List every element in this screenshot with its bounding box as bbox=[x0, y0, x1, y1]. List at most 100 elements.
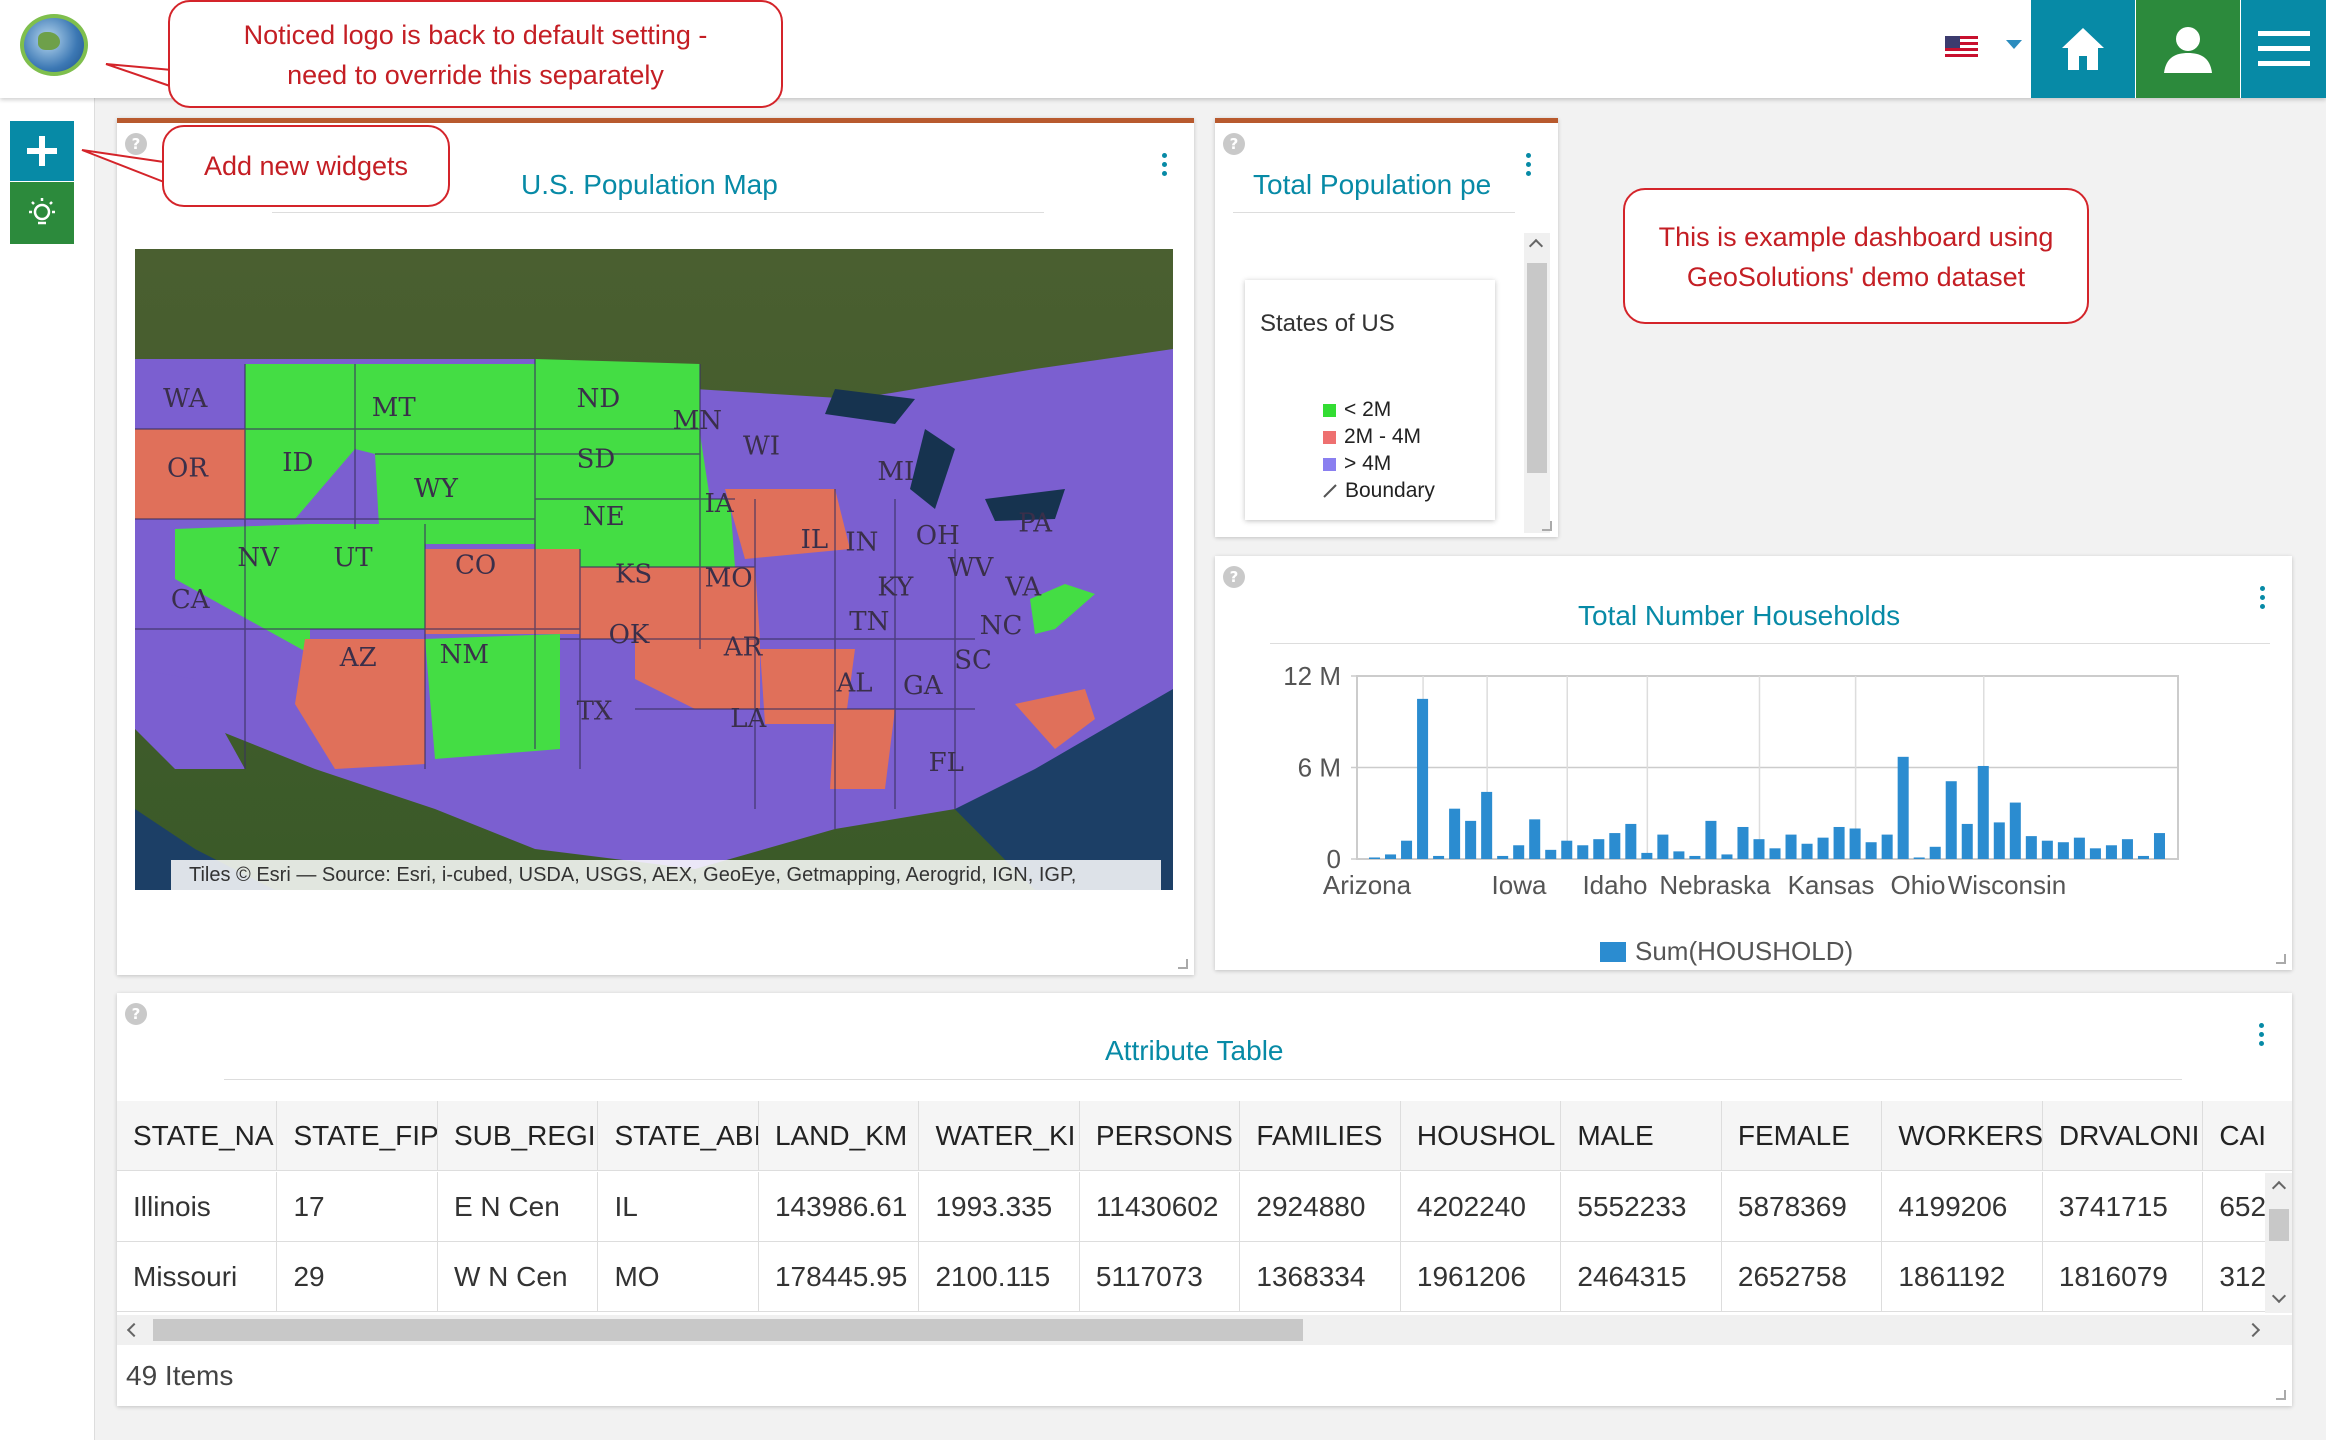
state-label-ia: IA bbox=[705, 489, 735, 519]
bar bbox=[1945, 781, 1957, 859]
table-cell[interactable]: 1993.335 bbox=[919, 1172, 1080, 1242]
resize-handle[interactable] bbox=[1542, 521, 1552, 531]
callout-dataset-note: This is example dashboard using GeoSolut… bbox=[1623, 188, 2089, 324]
table-cell[interactable]: 178445.95 bbox=[758, 1242, 920, 1312]
column-header[interactable]: FEMALE bbox=[1721, 1101, 1883, 1171]
state-label-ne: NE bbox=[583, 502, 625, 532]
households-bar-chart: 06 M12 MArizona Iowa Idaho Nebraska Kansas Oh… bbox=[1283, 661, 2179, 966]
table-cell[interactable]: 17 bbox=[277, 1172, 438, 1242]
legend-item: < 2M bbox=[1323, 398, 1391, 422]
y-tick-label: 6 M bbox=[1298, 753, 1341, 783]
state-label-ok: OK bbox=[609, 620, 650, 650]
state-label-in: IN bbox=[845, 528, 878, 558]
state-label-mt: MT bbox=[372, 393, 417, 423]
x-tick-label: Ohio bbox=[1891, 870, 1946, 900]
table-horizontal-scrollbar[interactable] bbox=[117, 1315, 2292, 1345]
bar bbox=[2025, 836, 2037, 859]
table-cell[interactable]: 4199206 bbox=[1882, 1172, 2043, 1242]
legend-swatch bbox=[1600, 942, 1626, 962]
table-cell[interactable]: 5552233 bbox=[1561, 1172, 1722, 1242]
state-label-nc: NC bbox=[980, 611, 1023, 641]
table-cell[interactable]: W N Cen bbox=[437, 1242, 599, 1312]
scroll-up-icon[interactable] bbox=[2271, 1180, 2287, 1196]
column-header[interactable]: FAMILIES bbox=[1240, 1101, 1401, 1171]
table-cell[interactable]: E N Cen bbox=[437, 1172, 599, 1242]
bar bbox=[1881, 834, 1893, 859]
table-cell[interactable]: 4202240 bbox=[1400, 1172, 1562, 1242]
state-label-ky: KY bbox=[877, 572, 914, 602]
resize-handle[interactable] bbox=[2276, 1390, 2286, 1400]
widget-menu-icon[interactable] bbox=[2257, 1023, 2265, 1053]
state-label-wy: WY bbox=[414, 474, 459, 504]
boundary-line-icon bbox=[1323, 484, 1337, 498]
table-cell[interactable]: 3741715 bbox=[2042, 1172, 2204, 1242]
table-cell[interactable]: Illinois bbox=[117, 1172, 278, 1242]
table-cell[interactable]: 2924880 bbox=[1240, 1172, 1401, 1242]
state-label-wa: WA bbox=[163, 384, 208, 414]
bar bbox=[1385, 854, 1397, 859]
column-header[interactable]: WATER_KI bbox=[919, 1101, 1080, 1171]
bar bbox=[1705, 820, 1717, 859]
state-label-mo: MO bbox=[705, 563, 753, 593]
column-header[interactable]: MALE bbox=[1561, 1101, 1722, 1171]
column-header[interactable]: LAND_KM bbox=[758, 1101, 920, 1171]
x-tick-label: Iowa bbox=[1492, 870, 1547, 900]
bar bbox=[1833, 826, 1845, 859]
column-header[interactable]: CAI bbox=[2203, 1101, 2292, 1171]
bar bbox=[1497, 855, 1509, 859]
table-cell[interactable]: 29 bbox=[277, 1242, 438, 1312]
table-cell[interactable]: 1816079 bbox=[2042, 1242, 2204, 1312]
resize-handle[interactable] bbox=[2276, 954, 2286, 964]
bar bbox=[1657, 834, 1669, 859]
bar bbox=[1977, 765, 1989, 859]
state-label-sd: SD bbox=[577, 444, 616, 474]
table-vertical-scrollbar[interactable] bbox=[2265, 1173, 2292, 1313]
column-header[interactable]: WORKERS bbox=[1882, 1101, 2043, 1171]
bar bbox=[1417, 698, 1429, 859]
table-cell[interactable]: 5117073 bbox=[1079, 1242, 1241, 1312]
help-icon[interactable]: ? bbox=[125, 1003, 147, 1025]
x-tick-label: Nebraska bbox=[1659, 870, 1771, 900]
bar bbox=[1817, 837, 1829, 859]
scroll-left-icon[interactable] bbox=[126, 1322, 142, 1338]
table-cell[interactable]: 1368334 bbox=[1240, 1242, 1401, 1312]
table-cell[interactable]: 1861192 bbox=[1882, 1242, 2043, 1312]
column-header[interactable]: STATE_NA bbox=[117, 1101, 278, 1171]
state-label-wi: WI bbox=[743, 432, 780, 462]
column-header[interactable]: STATE_ABI bbox=[598, 1101, 759, 1171]
table-cell[interactable]: 2100.115 bbox=[919, 1242, 1080, 1312]
state-label-sc: SC bbox=[954, 645, 992, 675]
bar bbox=[2121, 839, 2133, 859]
column-header[interactable]: DRVALONI bbox=[2042, 1101, 2204, 1171]
table-cell[interactable]: 5878369 bbox=[1721, 1172, 1883, 1242]
scroll-thumb[interactable] bbox=[153, 1319, 1303, 1341]
state-label-co: CO bbox=[455, 551, 496, 581]
table-cell[interactable]: MO bbox=[598, 1242, 759, 1312]
bar bbox=[1913, 857, 1925, 859]
state-label-fl: FL bbox=[929, 748, 964, 778]
legend-swatch bbox=[1323, 403, 1336, 417]
table-cell[interactable]: 2652758 bbox=[1721, 1242, 1883, 1312]
column-header[interactable]: HOUSHOL bbox=[1400, 1101, 1562, 1171]
bar bbox=[1769, 848, 1781, 859]
column-header[interactable]: PERSONS bbox=[1079, 1101, 1241, 1171]
population-map[interactable]: WA OR ID MT ND SD WY NE NV UT CO KS CA AZ NM OK TX MN WI IA… bbox=[135, 249, 1173, 890]
bar bbox=[1849, 828, 1861, 859]
state-label-ga: GA bbox=[903, 671, 944, 701]
bar bbox=[1721, 854, 1733, 859]
table-cell[interactable]: Missouri bbox=[117, 1242, 278, 1312]
column-header[interactable]: STATE_FIP bbox=[277, 1101, 438, 1171]
scroll-right-icon[interactable] bbox=[2245, 1322, 2261, 1338]
table-cell[interactable]: 1961206 bbox=[1400, 1242, 1562, 1312]
table-cell[interactable]: IL bbox=[598, 1172, 759, 1242]
scroll-down-icon[interactable] bbox=[2271, 1288, 2287, 1304]
scroll-thumb[interactable] bbox=[2269, 1209, 2289, 1241]
bar bbox=[2057, 842, 2069, 859]
table-cell[interactable]: 2464315 bbox=[1561, 1242, 1722, 1312]
resize-handle[interactable] bbox=[1178, 959, 1188, 969]
bar bbox=[1529, 819, 1541, 859]
attribute-table[interactable]: STATE_NA Illinois Missouri STATE_FIP 17 29 SUB… bbox=[117, 1101, 2292, 1313]
table-cell[interactable]: 11430602 bbox=[1079, 1172, 1241, 1242]
table-cell[interactable]: 143986.61 bbox=[758, 1172, 920, 1242]
column-header[interactable]: SUB_REGI( bbox=[437, 1101, 599, 1171]
